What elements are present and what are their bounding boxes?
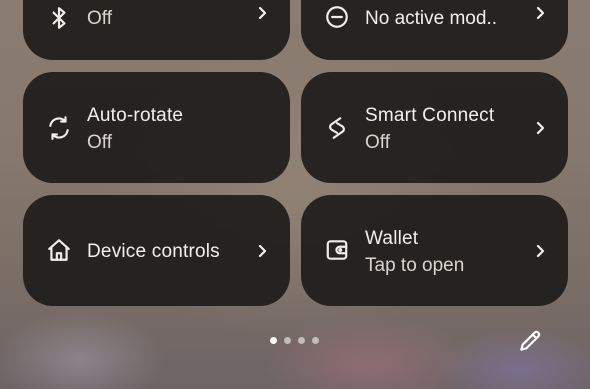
smart-connect-icon xyxy=(323,114,351,142)
bluetooth-status: Off xyxy=(87,8,112,29)
home-icon xyxy=(45,236,73,264)
page-dot[interactable] xyxy=(270,337,277,344)
bluetooth-icon xyxy=(45,4,73,32)
page-dot[interactable] xyxy=(298,337,305,344)
smart-connect-title: Smart Connect xyxy=(365,105,495,126)
smart-connect-tile[interactable]: Smart Connect Off xyxy=(301,72,568,183)
do-not-disturb-icon xyxy=(323,3,351,31)
auto-rotate-title: Auto-rotate xyxy=(87,105,184,126)
chevron-right-icon[interactable] xyxy=(254,243,270,259)
wallet-tile[interactable]: Wallet Tap to open xyxy=(301,195,568,306)
device-controls-tile[interactable]: Device controls xyxy=(23,195,290,306)
chevron-right-icon[interactable] xyxy=(532,120,548,136)
wallet-icon xyxy=(323,236,351,264)
smart-connect-status: Off xyxy=(365,132,390,153)
chevron-right-icon[interactable] xyxy=(532,5,548,21)
wallet-title: Wallet xyxy=(365,228,419,249)
pencil-icon xyxy=(517,330,543,358)
chevron-right-icon[interactable] xyxy=(254,5,270,21)
modes-tile[interactable]: No active mod.. xyxy=(301,0,568,60)
edit-button[interactable] xyxy=(517,328,543,354)
auto-rotate-icon xyxy=(45,114,73,142)
auto-rotate-status: Off xyxy=(87,132,112,153)
page-dot[interactable] xyxy=(284,337,291,344)
modes-status: No active mod.. xyxy=(365,8,497,29)
page-dot[interactable] xyxy=(312,337,319,344)
chevron-right-icon[interactable] xyxy=(532,243,548,259)
page-indicator[interactable] xyxy=(270,337,319,344)
auto-rotate-tile[interactable]: Auto-rotate Off xyxy=(23,72,290,183)
wallet-subtitle: Tap to open xyxy=(365,255,465,276)
bluetooth-tile[interactable]: Off xyxy=(23,0,290,60)
device-controls-title: Device controls xyxy=(87,241,220,262)
